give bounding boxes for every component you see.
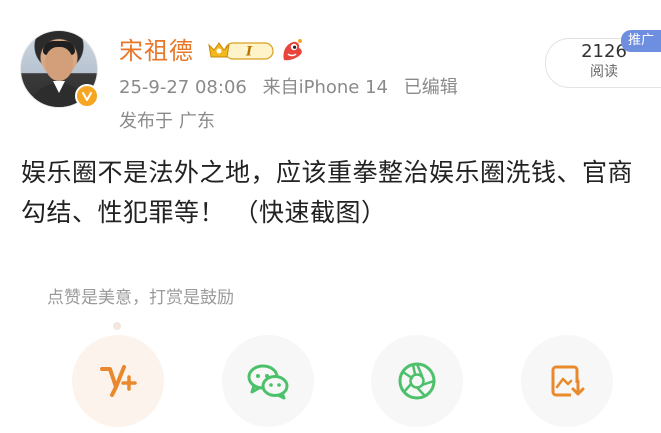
weibo-post-card: 宋祖德 I 25-9-27 08:06 来自iPhone 14 已编辑 发布于广… (0, 0, 661, 433)
vplus-icon (100, 365, 137, 397)
location-prefix: 发布于 (119, 111, 173, 132)
edited-label[interactable]: 已编辑 (404, 77, 458, 98)
post-meta: 25-9-27 08:06 来自iPhone 14 已编辑 (119, 76, 468, 100)
vplus-button[interactable] (72, 335, 164, 427)
save-image-icon (551, 365, 585, 397)
post-location: 发布于 广东 (119, 110, 215, 134)
post-source: 来自iPhone 14 (262, 77, 388, 98)
mascot-icon[interactable] (278, 36, 306, 64)
read-label: 阅读 (590, 64, 618, 80)
username[interactable]: 宋祖德 (119, 36, 194, 66)
promote-badge[interactable]: 推广 (621, 30, 661, 52)
share-wechat-button[interactable] (222, 335, 314, 427)
moments-icon (398, 362, 436, 400)
vip-level-text: I (245, 45, 253, 60)
post-content: 娱乐圈不是法外之地，应该重拳整治娱乐圈洗钱、官商勾结、性犯罪等！ （快速截图） (21, 158, 634, 227)
post-timestamp: 25-9-27 08:06 (119, 77, 247, 98)
vip-level-badge-icon[interactable]: I (207, 39, 275, 63)
pointer-dot (113, 322, 121, 330)
verified-icon (75, 84, 99, 108)
reward-prompt: 点赞是美意，打赏是鼓励 (47, 288, 234, 308)
wechat-icon (247, 364, 289, 400)
location-value: 广东 (179, 111, 215, 132)
avatar-face (45, 47, 73, 81)
share-moments-button[interactable] (371, 335, 463, 427)
save-image-button[interactable] (521, 335, 613, 427)
